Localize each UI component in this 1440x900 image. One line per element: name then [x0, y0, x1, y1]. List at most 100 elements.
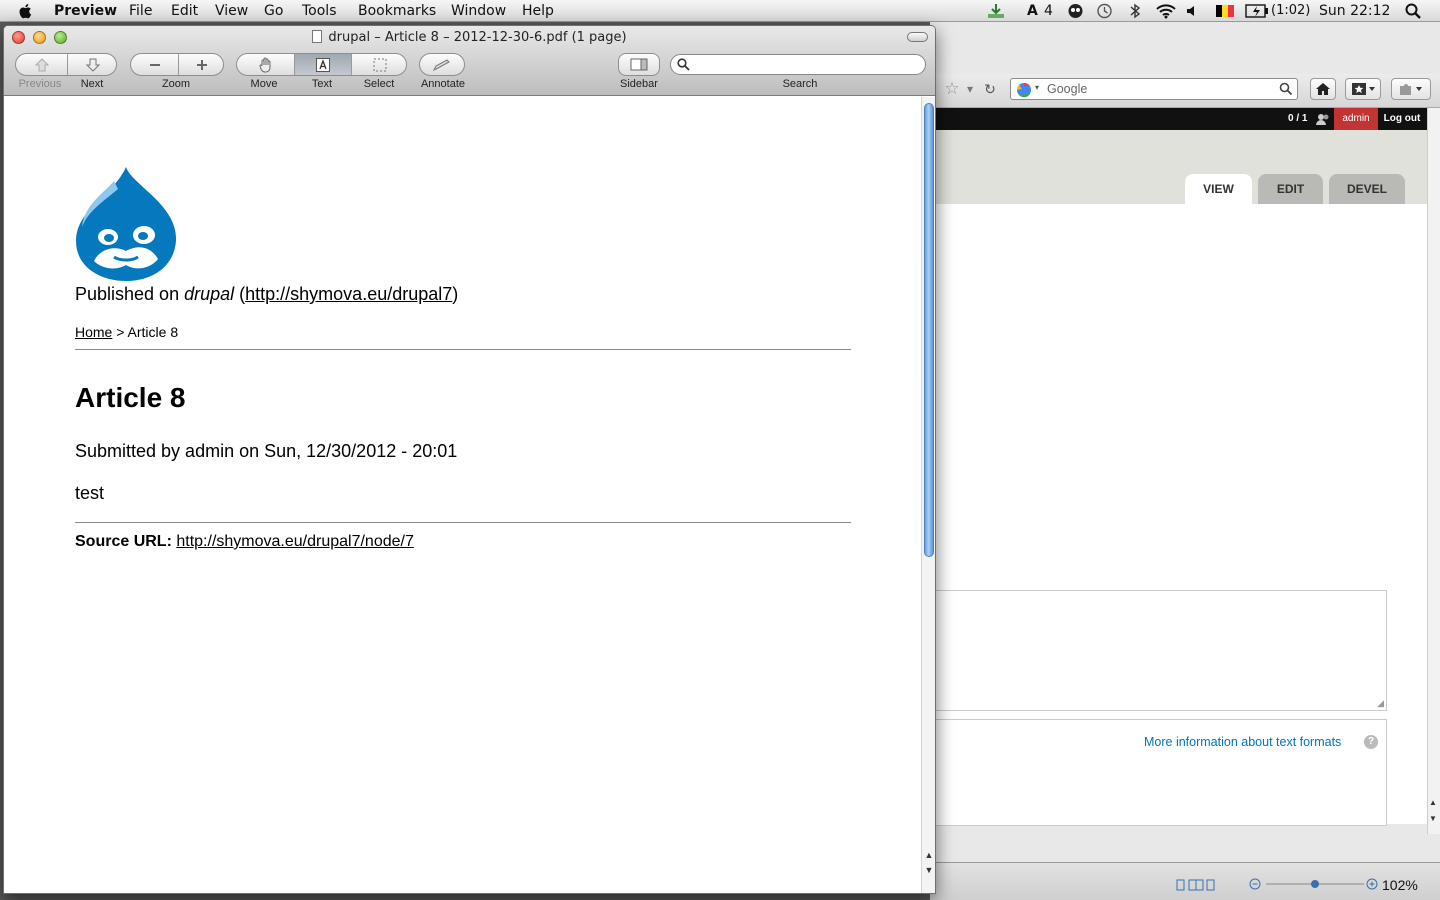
- move-tool-button[interactable]: [237, 54, 294, 75]
- logout-link[interactable]: Log out: [1380, 108, 1424, 130]
- browser-scrollbar[interactable]: ▲ ▼: [1427, 108, 1440, 834]
- scroll-down-arrow-icon[interactable]: ▼: [924, 865, 934, 875]
- zoom-slider[interactable]: [1248, 877, 1378, 891]
- home-icon: [1316, 83, 1330, 95]
- battery-icon[interactable]: [1245, 4, 1269, 18]
- menu-bar: Preview File Edit View Go Tools Bookmark…: [0, 0, 1440, 22]
- marquee-select-icon: [373, 58, 387, 71]
- drupal-logo: [76, 167, 177, 281]
- admin-user-link[interactable]: admin: [1334, 108, 1378, 130]
- scroll-down-icon[interactable]: ▼: [1429, 814, 1437, 823]
- page-view-icons[interactable]: [1176, 879, 1216, 891]
- battery-time: (1:02): [1271, 3, 1311, 18]
- select-label: Select: [363, 78, 395, 90]
- bookmarks-star-icon: [1352, 83, 1375, 95]
- arrow-down-icon: [86, 58, 100, 72]
- comment-textarea[interactable]: ◢: [930, 590, 1387, 711]
- menu-go[interactable]: Go: [264, 2, 283, 20]
- scroll-up-icon[interactable]: ▲: [1429, 798, 1437, 807]
- published-prefix: Published on: [75, 284, 185, 304]
- article-body: test: [75, 483, 105, 503]
- google-search-input[interactable]: ▾ Google: [1010, 78, 1298, 100]
- breadcrumb-home-link[interactable]: Home: [75, 324, 112, 340]
- text-formats-box: More information about text formats ?: [930, 719, 1387, 826]
- plus-icon: [197, 59, 207, 70]
- drupal-admin-bar: 0 / 1 admin Log out: [930, 108, 1432, 130]
- source-url-label: Source URL:: [75, 533, 172, 550]
- apple-menu-icon[interactable]: [17, 2, 35, 20]
- sidebar-button[interactable]: [618, 53, 660, 76]
- hand-icon: [258, 57, 270, 72]
- menu-window[interactable]: Window: [451, 2, 506, 20]
- divider-bottom: [75, 522, 851, 523]
- minus-icon: [149, 63, 160, 66]
- search-placeholder: Google: [1047, 82, 1088, 96]
- tool-mode-control: [236, 53, 407, 76]
- addons-button[interactable]: [1391, 78, 1431, 100]
- flag-belgium-icon[interactable]: [1216, 5, 1234, 17]
- menu-help[interactable]: Help: [522, 2, 554, 20]
- text-tool-button[interactable]: [295, 54, 351, 75]
- download-icon[interactable]: [987, 3, 1005, 19]
- help-icon[interactable]: ?: [1364, 735, 1378, 749]
- monster-icon[interactable]: [1067, 3, 1084, 19]
- search-icon[interactable]: [1279, 82, 1293, 96]
- vertical-scrollbar[interactable]: ▲ ▼: [921, 97, 935, 893]
- time-machine-icon[interactable]: [1096, 3, 1113, 19]
- volume-icon[interactable]: [1186, 4, 1200, 18]
- search-label: Search: [782, 78, 818, 90]
- bookmark-star-icon[interactable]: ☆: [940, 78, 964, 100]
- annotate-label: Annotate: [420, 78, 466, 90]
- toolbar-toggle-button[interactable]: [907, 32, 928, 42]
- pdf-page[interactable]: Published on drupal (http://shymova.eu/d…: [4, 97, 921, 893]
- zoom-level: 102%: [1382, 877, 1418, 893]
- previous-label: Previous: [18, 78, 62, 90]
- resize-grip-icon[interactable]: ◢: [1377, 698, 1384, 709]
- breadcrumb: Home > Article 8: [75, 324, 178, 340]
- tab-view[interactable]: VIEW: [1185, 174, 1252, 204]
- sidebar-label: Sidebar: [620, 78, 658, 90]
- adobe-icon[interactable]: A: [1027, 2, 1038, 20]
- breadcrumb-current: Article 8: [127, 324, 179, 340]
- zoom-label: Zoom: [161, 78, 191, 90]
- app-menu[interactable]: Preview: [54, 2, 117, 20]
- arrow-up-icon: [34, 57, 49, 71]
- sidebar-button-inner: [619, 54, 659, 75]
- menu-file[interactable]: File: [129, 2, 152, 20]
- online-users-count: 0 / 1: [1288, 113, 1308, 124]
- previous-button[interactable]: [16, 54, 67, 75]
- menu-bookmarks[interactable]: Bookmarks: [358, 2, 436, 20]
- home-button[interactable]: [1310, 78, 1336, 100]
- tab-devel[interactable]: DEVEL: [1329, 174, 1405, 204]
- zoom-out-button[interactable]: [131, 54, 178, 75]
- bluetooth-icon[interactable]: [1129, 3, 1141, 19]
- annotate-button[interactable]: [419, 53, 465, 76]
- text-label: Text: [311, 78, 333, 90]
- scroll-up-arrow-icon[interactable]: ▲: [924, 850, 934, 860]
- more-info-link[interactable]: More information about text formats: [1144, 735, 1341, 749]
- dropdown-icon[interactable]: ▾: [963, 78, 977, 100]
- clock[interactable]: Sun 22:12: [1319, 2, 1390, 20]
- menu-view[interactable]: View: [215, 2, 248, 20]
- source-url-line: Source URL: http://shymova.eu/drupal7/no…: [75, 533, 414, 551]
- spotlight-icon[interactable]: [1405, 3, 1421, 19]
- source-url-link[interactable]: http://shymova.eu/drupal7/node/7: [176, 533, 414, 550]
- users-icon: [1316, 114, 1329, 125]
- site-url-link[interactable]: http://shymova.eu/drupal7: [245, 284, 452, 304]
- article-title: Article 8: [75, 382, 186, 413]
- google-icon: [1016, 82, 1031, 98]
- submitted-line: Submitted by admin on Sun, 12/30/2012 - …: [75, 441, 458, 461]
- tab-edit[interactable]: EDIT: [1258, 174, 1323, 204]
- menu-edit[interactable]: Edit: [171, 2, 198, 20]
- wifi-icon[interactable]: [1155, 3, 1177, 19]
- menu-tools[interactable]: Tools: [302, 2, 337, 20]
- bookmarks-button[interactable]: [1345, 78, 1381, 100]
- zoom-in-button[interactable]: [179, 54, 223, 75]
- select-tool-button[interactable]: [352, 54, 406, 75]
- annotate-button-inner: [420, 54, 464, 75]
- scroll-thumb[interactable]: [924, 103, 934, 557]
- title-bar: drupal – Article 8 – 2012-12-30-6.pdf (1…: [4, 26, 935, 96]
- document-search-input[interactable]: [670, 54, 926, 75]
- reload-icon[interactable]: ↻: [980, 78, 1000, 100]
- next-button[interactable]: [68, 54, 116, 75]
